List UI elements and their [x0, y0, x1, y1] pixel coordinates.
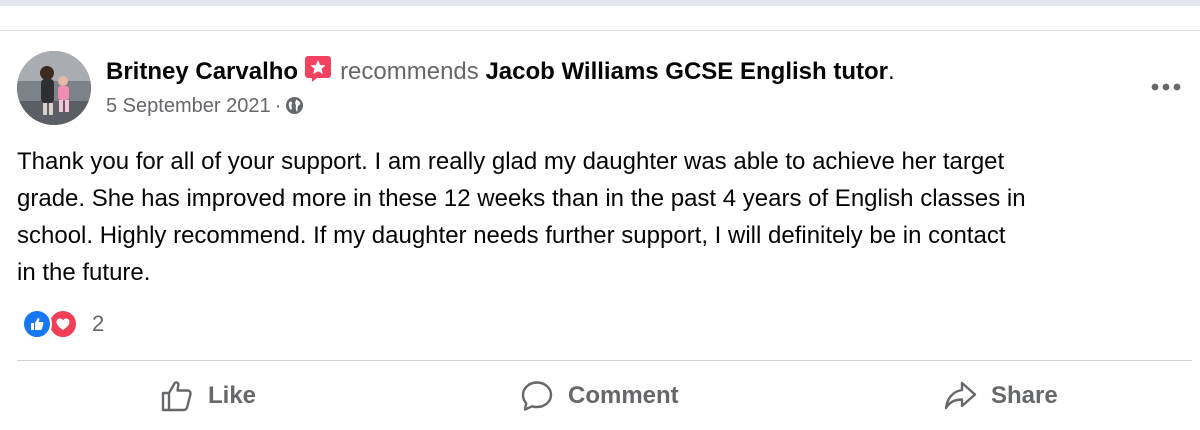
reactions-summary[interactable]: 2: [22, 308, 104, 340]
recommendation-badge-icon: [305, 56, 332, 82]
love-reaction-icon: [48, 309, 78, 339]
post-body-line: in the future.: [17, 259, 151, 286]
like-button[interactable]: Like: [160, 361, 256, 430]
post-date[interactable]: 5 September 2021: [106, 95, 271, 117]
comment-button[interactable]: Comment: [520, 361, 679, 430]
post-header: Britney Carvalho recommends Jacob Willia…: [106, 55, 895, 87]
post-body: Thank you for all of your support. I am …: [17, 143, 1192, 291]
meta-separator: ·: [274, 95, 282, 117]
thumbs-up-icon: [161, 380, 192, 411]
share-label: Share: [991, 381, 1058, 409]
recommends-text: recommends: [340, 58, 479, 85]
top-shade: [0, 0, 1200, 6]
post-meta: 5 September 2021 ·: [106, 93, 304, 119]
like-label: Like: [208, 381, 257, 409]
header-period: .: [887, 58, 895, 85]
avatar-image: [17, 51, 91, 125]
share-button[interactable]: Share: [943, 361, 1058, 430]
globe-icon[interactable]: [285, 96, 304, 115]
comment-bubble-icon: [521, 380, 553, 411]
like-reaction-icon: [22, 309, 52, 339]
post-body-line: school. Highly recommend. If my daughter…: [17, 222, 1006, 249]
more-options-icon[interactable]: [1146, 71, 1186, 99]
author-name[interactable]: Britney Carvalho: [106, 58, 298, 85]
reaction-count: 2: [92, 311, 105, 336]
page-name[interactable]: Jacob Williams GCSE English tutor: [485, 58, 888, 85]
comment-label: Comment: [568, 381, 679, 409]
recommendation-post: Britney Carvalho recommends Jacob Willia…: [0, 31, 1200, 430]
top-strip: [0, 0, 1200, 31]
action-bar: Like Comment Share: [0, 361, 1200, 430]
avatar[interactable]: [17, 51, 91, 125]
share-arrow-icon: [944, 381, 977, 409]
post-body-line: Thank you for all of your support. I am …: [17, 148, 1005, 175]
post-body-line: grade. She has improved more in these 12…: [17, 185, 1026, 212]
